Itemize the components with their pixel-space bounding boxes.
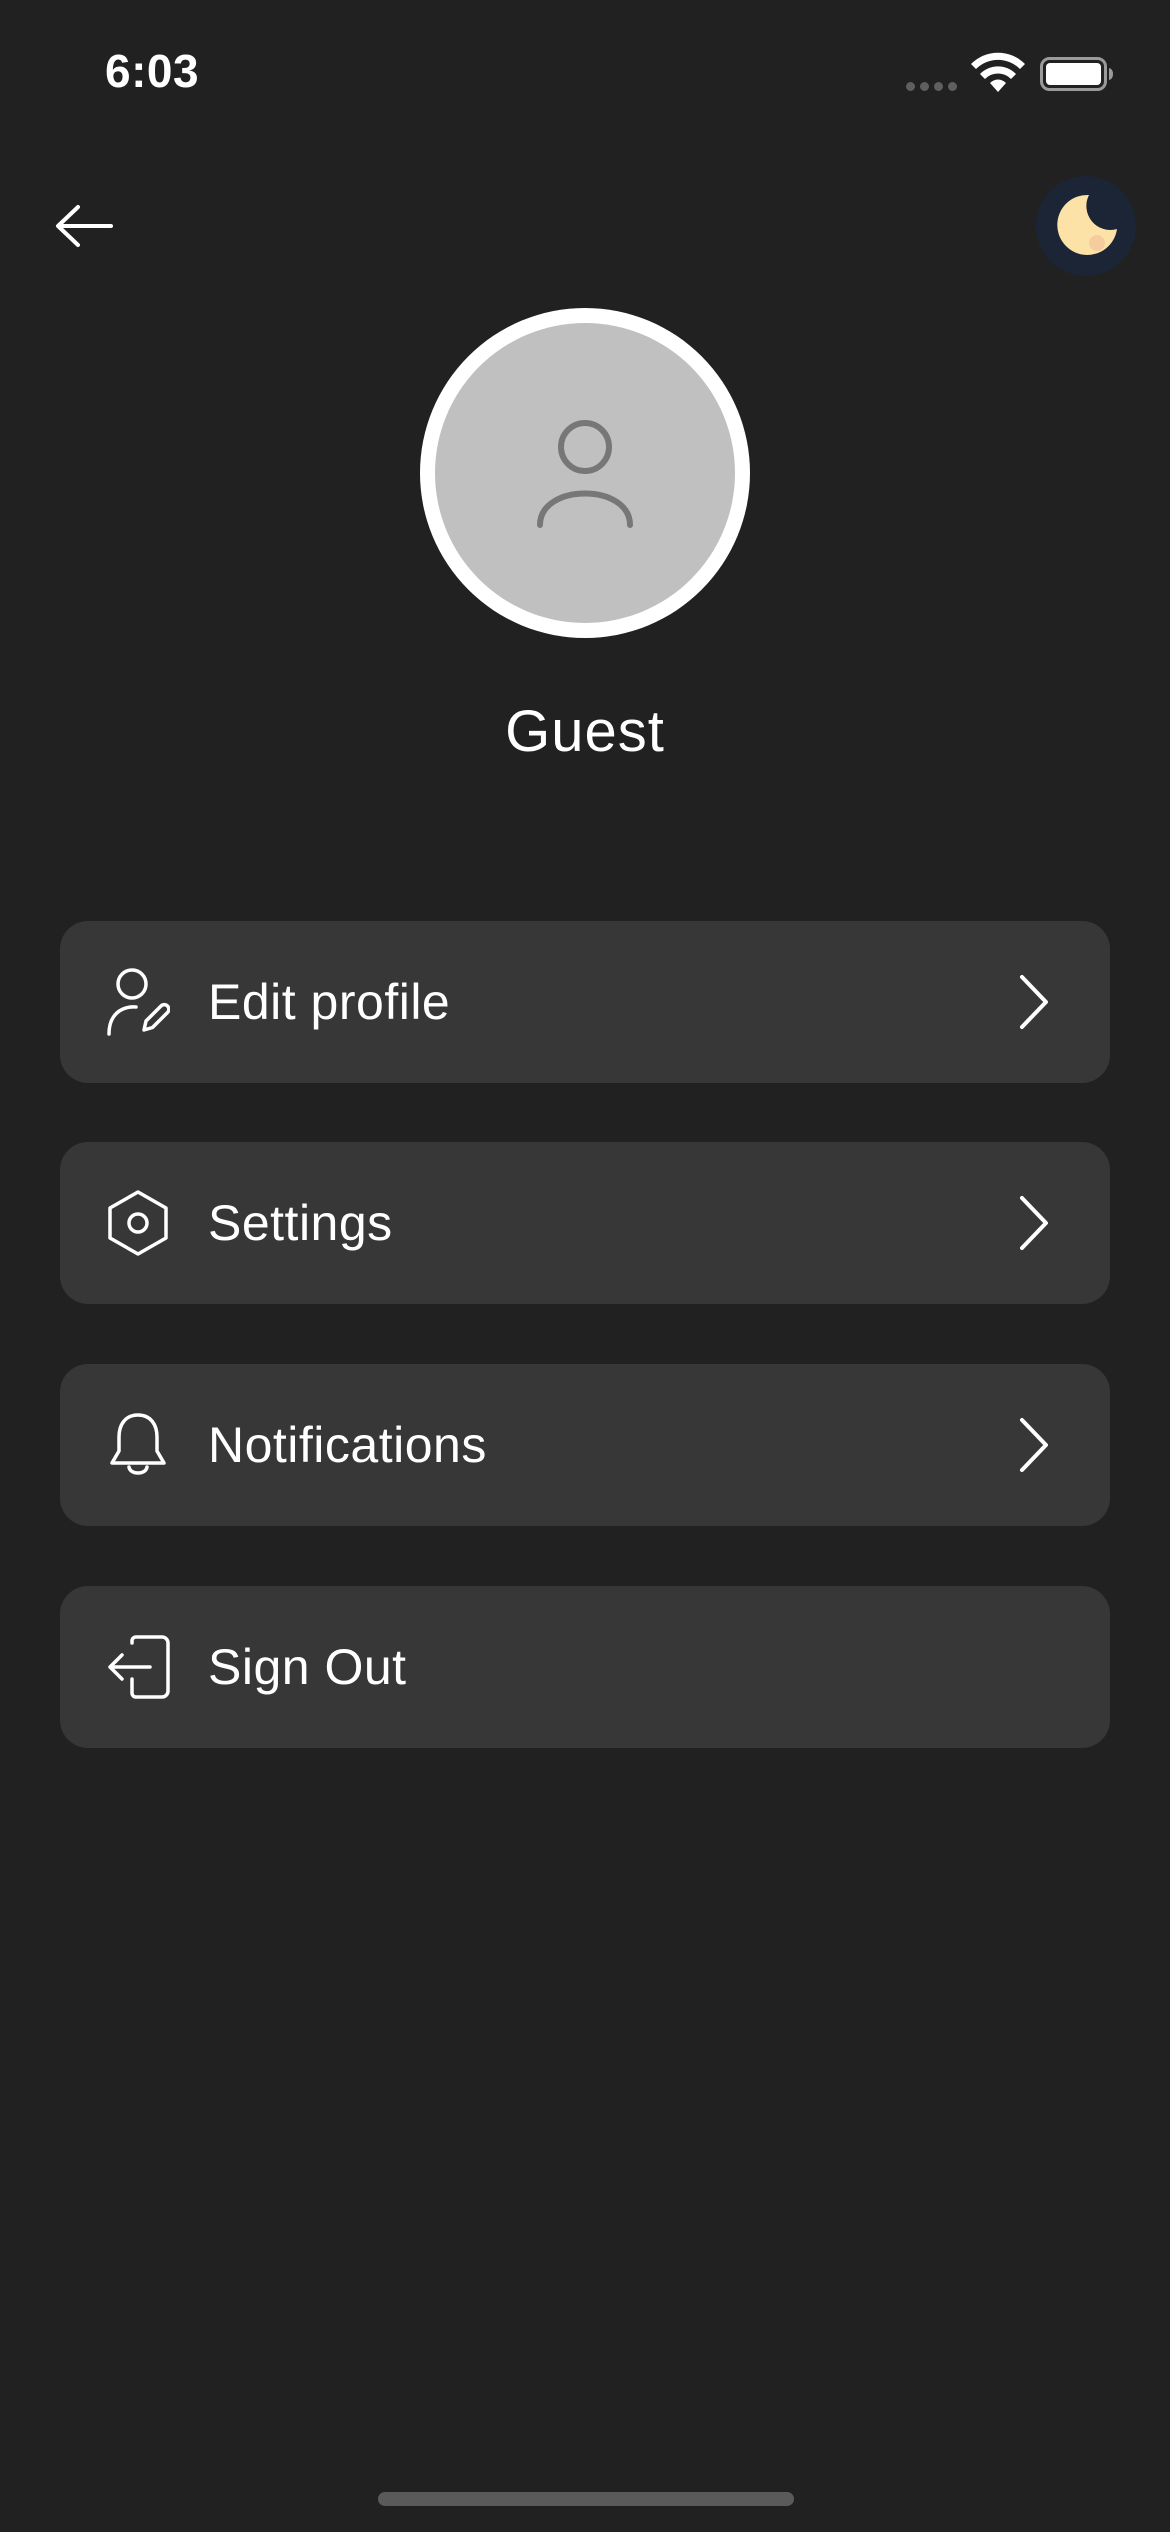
moon-icon [1057, 194, 1117, 255]
hexagon-settings-icon [108, 1190, 168, 1256]
notifications-button[interactable]: Notifications [60, 1364, 1110, 1526]
user-edit-icon [107, 968, 170, 1036]
cellular-signal-icon [906, 82, 958, 92]
user-icon [537, 420, 633, 528]
wifi-icon [971, 52, 1025, 92]
chevron-right-icon [1020, 1196, 1048, 1250]
menu-label-edit-profile: Edit profile [208, 974, 451, 1030]
profile-screen: 6:03 Guest Edit profile Settings Notific… [0, 0, 1170, 2532]
sign-out-icon [108, 1635, 170, 1699]
menu-label-settings: Settings [208, 1195, 393, 1251]
home-indicator[interactable] [378, 2492, 794, 2506]
menu-label-notifications: Notifications [208, 1417, 487, 1473]
menu-label-sign-out: Sign Out [208, 1639, 407, 1695]
chevron-right-icon [1020, 1418, 1048, 1472]
user-name: Guest [505, 699, 665, 764]
battery-icon [1040, 57, 1113, 91]
avatar[interactable] [420, 308, 750, 638]
avatar-placeholder [435, 323, 735, 623]
theme-toggle-button[interactable] [1036, 176, 1136, 276]
arrow-left-icon [56, 205, 113, 247]
settings-button[interactable]: Settings [60, 1142, 1110, 1304]
bell-icon [110, 1413, 166, 1475]
chevron-right-icon [1020, 975, 1048, 1029]
sign-out-button[interactable]: Sign Out [60, 1586, 1110, 1748]
status-time: 6:03 [105, 45, 200, 97]
edit-profile-button[interactable]: Edit profile [60, 921, 1110, 1083]
back-button[interactable] [50, 196, 118, 256]
